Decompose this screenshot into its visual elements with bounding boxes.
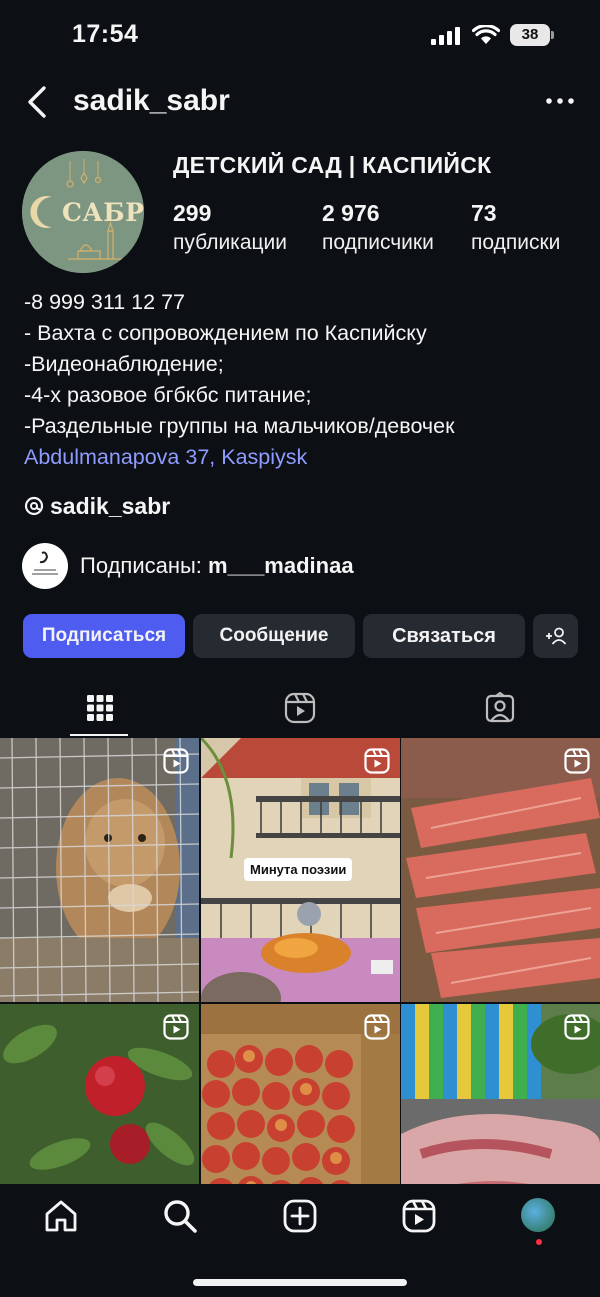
bottom-navigation bbox=[0, 1184, 600, 1297]
tab-tagged[interactable] bbox=[400, 680, 600, 736]
cellular-signal-icon bbox=[431, 27, 460, 45]
reel-badge-icon bbox=[564, 1014, 590, 1040]
post-thumbnail[interactable] bbox=[0, 1004, 199, 1184]
followed-by-prefix: Подписаны: bbox=[80, 553, 209, 578]
bio-line: - Вахта с сопровождением по Каспийску bbox=[24, 321, 427, 345]
more-options-icon[interactable] bbox=[544, 86, 576, 116]
status-time: 17:54 bbox=[72, 20, 139, 48]
reel-badge-icon bbox=[364, 748, 390, 774]
stat-posts-label: публикации bbox=[173, 231, 287, 254]
battery-level: 38 bbox=[510, 24, 550, 46]
back-arrow-icon[interactable] bbox=[24, 84, 52, 120]
active-tab-indicator bbox=[70, 734, 128, 736]
stat-following-label: подписки bbox=[471, 231, 561, 254]
post-thumbnail[interactable] bbox=[201, 1004, 400, 1184]
profile-header: sadik_sabr bbox=[0, 78, 600, 128]
threads-handle: sadik_sabr bbox=[50, 492, 171, 519]
profile-tabs bbox=[0, 680, 600, 738]
reel-badge-icon bbox=[163, 748, 189, 774]
profile-bio: -8 999 311 12 77 - Вахта с сопровождение… bbox=[24, 287, 584, 473]
post-thumbnail[interactable] bbox=[401, 1004, 600, 1184]
reel-badge-icon bbox=[364, 1014, 390, 1040]
reel-badge-icon bbox=[564, 748, 590, 774]
stat-followers-count: 2 976 bbox=[322, 200, 380, 226]
tab-grid[interactable] bbox=[0, 680, 200, 736]
post-thumbnail[interactable]: Минута поэзии bbox=[201, 738, 400, 1002]
follower-avatar bbox=[22, 543, 68, 589]
stat-followers[interactable]: 2 976 подписчики bbox=[322, 200, 434, 255]
search-icon[interactable] bbox=[162, 1198, 198, 1234]
followed-by-user[interactable]: m___madinaa bbox=[208, 553, 354, 578]
lioness-image bbox=[0, 738, 199, 1002]
message-button[interactable]: Сообщение bbox=[193, 614, 355, 658]
stat-following[interactable]: 73 подписки bbox=[471, 200, 560, 255]
notification-dot bbox=[536, 1239, 542, 1245]
create-icon[interactable] bbox=[282, 1198, 318, 1234]
fish-image bbox=[401, 738, 600, 1002]
battery-icon: 38 bbox=[510, 24, 554, 46]
wifi-icon bbox=[472, 25, 500, 44]
stat-following-count: 73 bbox=[471, 200, 497, 226]
stat-followers-label: подписчики bbox=[322, 231, 434, 254]
follower-logo-icon bbox=[32, 551, 58, 575]
bio-line: -Раздельные группы на мальчиков/девочек bbox=[24, 414, 455, 438]
avatar-text: САБР bbox=[62, 198, 144, 227]
reels-nav-icon[interactable] bbox=[401, 1198, 437, 1234]
suggest-users-button[interactable] bbox=[533, 614, 578, 658]
status-bar: 17:54 38 bbox=[0, 0, 600, 72]
tab-reels[interactable] bbox=[200, 680, 400, 736]
header-username: sadik_sabr bbox=[73, 84, 230, 117]
profile-avatar[interactable]: САБР bbox=[22, 151, 144, 273]
add-user-icon bbox=[545, 627, 566, 645]
poetry-caption: Минута поэзии bbox=[244, 858, 353, 881]
profile-nav-avatar[interactable] bbox=[521, 1198, 555, 1232]
followed-by[interactable]: Подписаны: m___madinaa bbox=[22, 543, 354, 589]
bio-line: -4-х разовое бгбкбс питание; bbox=[24, 383, 312, 407]
threads-icon bbox=[24, 496, 44, 516]
threads-link[interactable]: sadik_sabr bbox=[24, 491, 170, 521]
location-link[interactable]: Abdulmanapova 37, Kaspiysk bbox=[24, 442, 584, 473]
grid-icon bbox=[87, 695, 113, 721]
stat-posts[interactable]: 299 публикации bbox=[173, 200, 287, 255]
home-icon[interactable] bbox=[43, 1198, 79, 1234]
posts-grid: Минута поэзии bbox=[0, 738, 600, 1184]
post-thumbnail[interactable] bbox=[0, 738, 199, 1002]
profile-display-name: ДЕТСКИЙ САД | КАСПИЙСК bbox=[173, 152, 492, 178]
stat-posts-count: 299 bbox=[173, 200, 212, 226]
reel-badge-icon bbox=[163, 1014, 189, 1040]
tagged-icon bbox=[485, 692, 515, 723]
home-indicator[interactable] bbox=[193, 1279, 407, 1286]
reels-icon bbox=[284, 692, 316, 724]
post-thumbnail[interactable] bbox=[401, 738, 600, 1002]
contact-button[interactable]: Связаться bbox=[363, 614, 525, 658]
bio-line: -Видеонаблюдение; bbox=[24, 352, 224, 376]
bio-line: -8 999 311 12 77 bbox=[24, 290, 185, 314]
follow-button[interactable]: Подписаться bbox=[23, 614, 185, 658]
